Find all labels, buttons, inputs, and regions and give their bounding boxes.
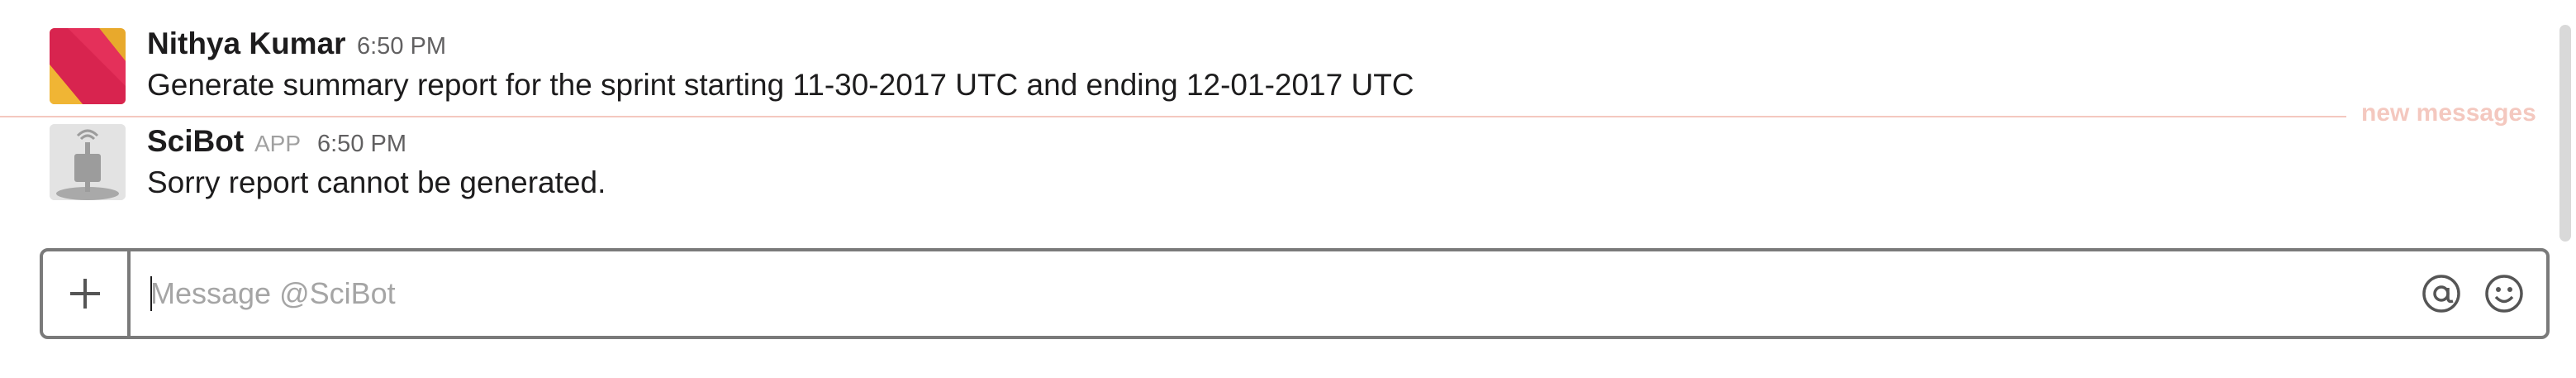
new-messages-label: new messages <box>2361 99 2536 127</box>
bot-avatar[interactable] <box>50 124 126 200</box>
plus-icon <box>70 279 100 309</box>
add-attachment-button[interactable] <box>43 251 131 336</box>
chat-pane: Nithya Kumar 6:50 PM Generate summary re… <box>0 0 2576 378</box>
new-messages-divider <box>0 116 2346 117</box>
scrollbar[interactable] <box>2559 25 2571 242</box>
at-sign-icon <box>2422 275 2460 313</box>
emoji-button[interactable] <box>2480 270 2528 318</box>
message-input[interactable] <box>134 251 2398 336</box>
message-text: Sorry report cannot be generated. <box>147 165 606 199</box>
timestamp[interactable]: 6:50 PM <box>357 33 446 60</box>
text-caret <box>150 276 152 311</box>
app-badge: APP <box>254 131 302 156</box>
sender-name[interactable]: SciBot <box>147 124 244 159</box>
smiley-icon <box>2485 275 2523 313</box>
sender-name[interactable]: Nithya Kumar <box>147 26 346 61</box>
avatar[interactable] <box>50 28 126 104</box>
message-composer <box>40 248 2550 339</box>
mention-button[interactable] <box>2417 270 2465 318</box>
message-text: Generate summary report for the sprint s… <box>147 68 1414 102</box>
timestamp[interactable]: 6:50 PM <box>317 131 406 158</box>
